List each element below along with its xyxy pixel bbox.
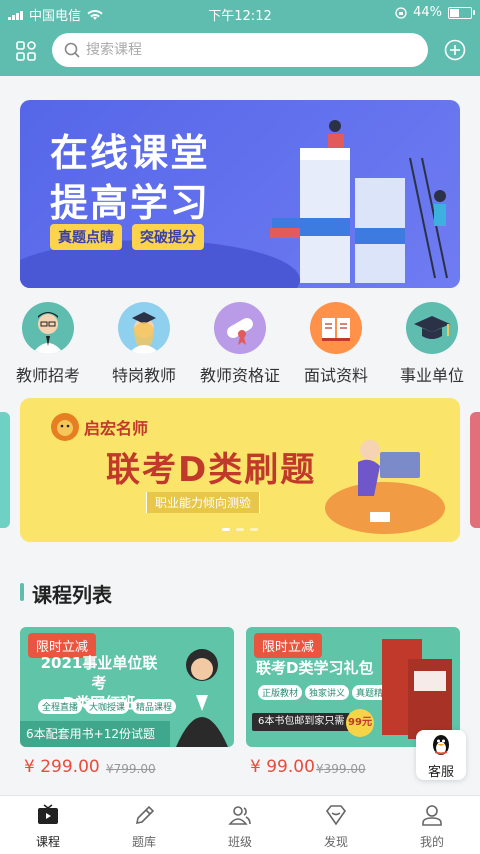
tab-label: 发现: [323, 835, 348, 849]
course-price: ¥ 299.00: [24, 757, 100, 777]
reader-illustration: [325, 440, 445, 534]
category-teacher-recruit[interactable]: 教师招考: [0, 302, 96, 386]
tv-play-icon: [38, 804, 58, 824]
course-tag: 独家讲义: [305, 685, 350, 700]
tab-label: 题库: [131, 835, 156, 849]
tab-label: 我的: [419, 835, 444, 849]
section-accent-bar: [20, 583, 24, 601]
battery-percent: 44%: [413, 5, 442, 20]
course-original-price: ¥799.00: [106, 762, 156, 776]
book-icon: [310, 302, 362, 354]
category-label: 面试资料: [303, 366, 368, 385]
course-card[interactable]: 限时立减 2021事业单位联考 D类网红班 全程直播 大咖授课 精品课程 6本配…: [20, 627, 234, 747]
tab-mine[interactable]: 我的: [384, 796, 480, 854]
bottom-tab-bar: 课程 题库 班级 发现 我的: [0, 795, 480, 854]
battery-icon: [448, 6, 475, 19]
teacher-photo: [176, 649, 228, 747]
section-title: 课程列表: [32, 583, 112, 607]
course-note: 6本配套用书+12份试题: [20, 721, 170, 747]
qq-penguin-icon: [433, 735, 449, 755]
category-label: 教师招考: [15, 366, 80, 385]
books-cover-illustration: [382, 639, 452, 739]
carousel-indicator: [0, 528, 480, 531]
search-input[interactable]: [84, 41, 428, 59]
course-title-line1: 联考D类学习礼包: [256, 659, 374, 677]
category-public-institution[interactable]: 事业单位: [384, 302, 480, 386]
top-header: [0, 26, 480, 76]
course-title-line1: 2021事业单位联考: [40, 654, 158, 692]
carousel-prev-peek[interactable]: [0, 412, 10, 528]
graduation-cap-icon: [406, 302, 458, 354]
category-label: 事业单位: [399, 366, 464, 385]
banner-pill-1: 真题点睛: [50, 224, 122, 250]
lion-logo-icon: [51, 413, 79, 441]
add-icon[interactable]: [444, 39, 466, 61]
users-icon: [228, 806, 251, 825]
books-illustration: [270, 120, 448, 283]
banner-pill-2: 突破提分: [132, 224, 204, 250]
status-bar: 中国电信 下午12:12 44%: [0, 0, 480, 26]
tab-course[interactable]: 课程: [0, 796, 96, 854]
deal-badge: 99元: [346, 709, 374, 737]
tab-label: 课程: [35, 835, 60, 849]
category-teacher-cert[interactable]: 教师资格证: [192, 302, 288, 386]
category-special-teacher[interactable]: 特岗教师: [96, 302, 192, 386]
course-tag: 正版教材: [258, 685, 303, 700]
course-price: ¥ 99.00: [250, 757, 315, 777]
banner-title-line1: 在线课堂: [50, 131, 211, 175]
customer-service-label: 客服: [427, 765, 454, 780]
promo-title: 联考D类刷题: [106, 450, 317, 490]
promo-banner[interactable]: 启宏名师 联考D类刷题 职业能力倾向测验: [20, 398, 460, 542]
course-original-price: ¥399.00: [316, 762, 366, 776]
course-note: 6本书包邮到家只需: [252, 713, 351, 731]
tab-question-bank[interactable]: 题库: [96, 796, 192, 854]
hero-banner[interactable]: 在线课堂 提高学习 真题点睛 突破提分: [20, 100, 460, 288]
diamond-icon: [326, 805, 346, 826]
carousel-next-peek[interactable]: [470, 412, 480, 528]
teacher-avatar-icon: [22, 302, 74, 354]
promo-subtitle: 职业能力倾向测验: [146, 492, 261, 513]
pencil-icon: [135, 805, 155, 825]
customer-service-button[interactable]: 客服: [416, 730, 466, 780]
graduate-avatar-icon: [118, 302, 170, 354]
course-tag: 大咖授课: [85, 699, 130, 714]
banner-title-line2: 提高学习: [50, 181, 211, 225]
course-tag: 全程直播: [38, 699, 83, 714]
category-interview[interactable]: 面试资料: [288, 302, 384, 386]
user-icon: [422, 805, 442, 826]
certificate-scroll-icon: [214, 302, 266, 354]
search-bar[interactable]: [52, 33, 428, 67]
search-icon: [64, 42, 80, 58]
category-label: 特岗教师: [111, 366, 176, 385]
tab-label: 班级: [227, 835, 252, 849]
grid-menu-icon[interactable]: [16, 41, 36, 61]
discount-badge: 限时立减: [254, 633, 323, 658]
category-label: 教师资格证: [199, 366, 280, 385]
promo-brand: 启宏名师: [84, 419, 149, 438]
course-card[interactable]: 限时立减 联考D类学习礼包 正版教材 独家讲义 真题精选 6本书包邮到家只需 9…: [246, 627, 460, 747]
rotation-lock-icon: [395, 6, 407, 19]
tab-discover[interactable]: 发现: [288, 796, 384, 854]
tab-class[interactable]: 班级: [192, 796, 288, 854]
